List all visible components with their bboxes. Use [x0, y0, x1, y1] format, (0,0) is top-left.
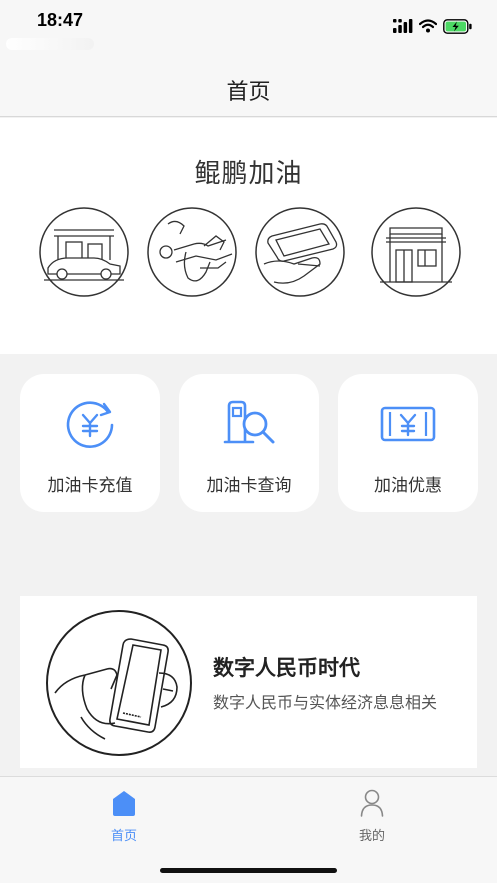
tab-profile-label: 我的 [358, 829, 385, 844]
person-icon [360, 789, 384, 817]
tab-home-label: 首页 [110, 829, 137, 844]
service-label: 加油优惠 [374, 476, 442, 496]
yuan-ticket-icon [380, 406, 436, 442]
banner-title: 数字人民币时代 [213, 656, 360, 680]
status-sub-blur [6, 38, 94, 50]
digital-rmb-banner[interactable]: 数字人民币时代 数字人民币与实体经济息息相关 [20, 596, 477, 768]
hero-section: 鲲鹏加油 [0, 118, 497, 354]
hero-illustrations [0, 206, 497, 298]
phone-in-hand-icon [255, 207, 345, 297]
cellular-signal-icon [393, 19, 413, 33]
status-bar: 18:47 [0, 0, 497, 56]
fuel-nozzle-hand-icon [147, 207, 237, 297]
tab-bar: 首页 我的 [0, 776, 497, 883]
tab-home[interactable]: 首页 [74, 789, 174, 849]
hero-title: 鲲鹏加油 [194, 159, 303, 189]
wifi-icon [419, 19, 437, 33]
tab-profile[interactable]: 我的 [322, 789, 422, 849]
storefront-icon [371, 207, 461, 297]
page-title: 首页 [226, 80, 271, 105]
service-label: 加油卡充值 [47, 476, 133, 496]
banner-subtitle: 数字人民币与实体经济息息相关 [213, 693, 438, 712]
status-time: 18:47 [37, 10, 84, 30]
gas-station-car-icon [39, 207, 129, 297]
home-indicator [160, 868, 337, 873]
fuel-pump-search-icon [223, 400, 275, 444]
phone-in-hand-illustration-icon [46, 610, 192, 756]
service-card-recharge[interactable]: 加油卡充值 [20, 374, 160, 512]
service-card-query[interactable]: 加油卡查询 [179, 374, 319, 512]
nav-bar: 首页 [0, 56, 497, 117]
service-card-discount[interactable]: 加油优惠 [338, 374, 478, 512]
battery-charging-icon [443, 18, 472, 34]
yuan-recharge-icon [66, 401, 114, 448]
service-label: 加油卡查询 [206, 476, 292, 496]
status-icons [393, 16, 473, 36]
home-icon [113, 791, 135, 816]
